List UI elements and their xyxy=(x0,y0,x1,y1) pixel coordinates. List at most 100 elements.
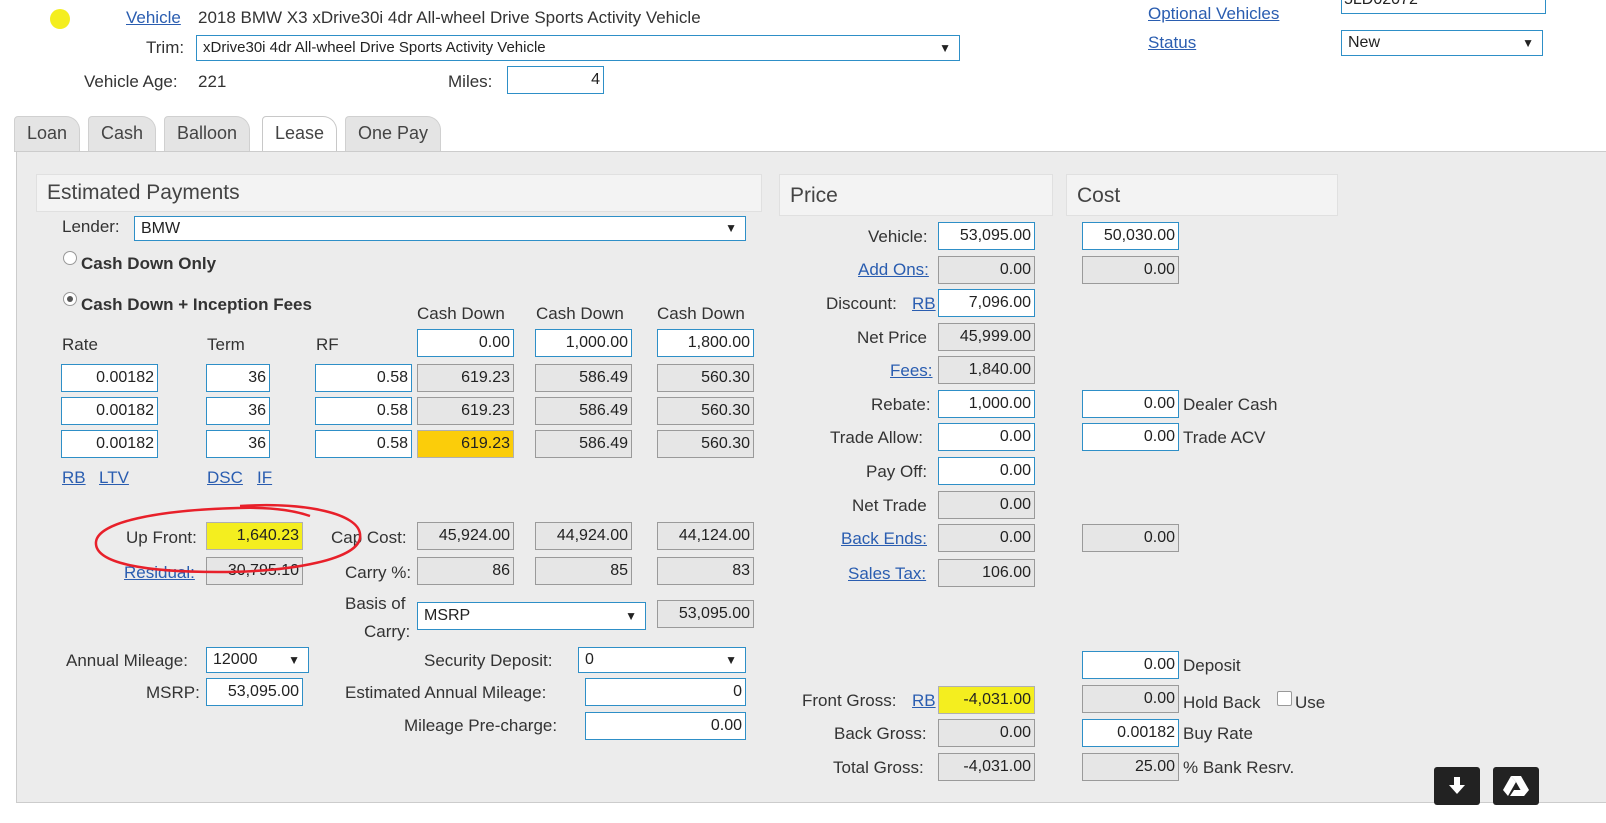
back-ends-link[interactable]: Back Ends: xyxy=(841,529,927,549)
cost-vehicle-input[interactable]: 50,030.00 xyxy=(1082,222,1179,250)
stock-number-field[interactable]: 5LD02072 xyxy=(1341,0,1546,14)
chevron-down-icon: ▼ xyxy=(939,41,951,55)
buy-rate-input[interactable]: 0.00182 xyxy=(1082,719,1179,747)
rate-header: Rate xyxy=(62,335,98,354)
carry-cell[interactable]: 86 xyxy=(417,557,514,585)
net-trade-value[interactable]: 0.00 xyxy=(938,491,1035,519)
deposit-input[interactable]: 0.00 xyxy=(1082,651,1179,679)
miles-input[interactable]: 4 xyxy=(507,66,604,94)
dealer-cash-input[interactable]: 0.00 xyxy=(1082,390,1179,418)
cash-down-inception-radio[interactable] xyxy=(63,292,77,306)
fees-link[interactable]: Fees: xyxy=(890,361,933,381)
carry-cell[interactable]: 85 xyxy=(535,557,632,585)
buy-rate-label: Buy Rate xyxy=(1183,724,1253,743)
hold-back-label: Hold Back xyxy=(1183,693,1261,712)
rf-input[interactable]: 0.58 xyxy=(315,364,412,392)
payment-cell[interactable]: 586.49 xyxy=(535,430,632,458)
cash-down-input-2[interactable]: 1,000.00 xyxy=(535,329,632,357)
price-add-ons-value[interactable]: 0.00 xyxy=(938,256,1035,284)
term-input[interactable]: 36 xyxy=(206,397,270,425)
download-button[interactable] xyxy=(1434,767,1480,805)
term-input[interactable]: 36 xyxy=(206,364,270,392)
trim-label: Trim: xyxy=(146,38,185,57)
chevron-down-icon: ▼ xyxy=(1522,36,1534,50)
payment-cell[interactable]: 560.30 xyxy=(657,397,754,425)
use-checkbox[interactable] xyxy=(1277,691,1292,706)
payment-cell[interactable]: 619.23 xyxy=(417,397,514,425)
front-gross-rb-link[interactable]: RB xyxy=(912,691,936,711)
term-input[interactable]: 36 xyxy=(206,430,270,458)
ltv-link[interactable]: LTV xyxy=(99,468,129,488)
sales-tax-link[interactable]: Sales Tax: xyxy=(848,564,926,584)
trade-acv-input[interactable]: 0.00 xyxy=(1082,423,1179,451)
discount-rb-link[interactable]: RB xyxy=(912,294,936,314)
rf-input[interactable]: 0.58 xyxy=(315,430,412,458)
rb-link[interactable]: RB xyxy=(62,468,86,488)
back-ends-value[interactable]: 0.00 xyxy=(938,524,1035,552)
tab-one-pay[interactable]: One Pay xyxy=(345,116,442,152)
total-gross-value[interactable]: -4,031.00 xyxy=(938,753,1035,781)
vehicle-link[interactable]: Vehicle xyxy=(126,8,181,28)
rate-input[interactable]: 0.00182 xyxy=(61,397,158,425)
hold-back-value[interactable]: 0.00 xyxy=(1082,685,1179,713)
pay-off-input[interactable]: 0.00 xyxy=(938,457,1035,485)
trim-select[interactable]: xDrive30i 4dr All-wheel Drive Sports Act… xyxy=(196,35,960,61)
payment-cell[interactable]: 560.30 xyxy=(657,430,754,458)
cash-down-only-radio[interactable] xyxy=(63,251,77,265)
payment-cell[interactable]: 586.49 xyxy=(535,397,632,425)
tab-balloon[interactable]: Balloon xyxy=(164,116,251,152)
front-gross-value[interactable]: -4,031.00 xyxy=(938,686,1035,714)
rate-input[interactable]: 0.00182 xyxy=(61,430,158,458)
back-gross-value[interactable]: 0.00 xyxy=(938,719,1035,747)
cash-down-input-3[interactable]: 1,800.00 xyxy=(657,329,754,357)
cost-add-ons-value[interactable]: 0.00 xyxy=(1082,256,1179,284)
dsc-link[interactable]: DSC xyxy=(207,468,243,488)
add-ons-link[interactable]: Add Ons: xyxy=(858,260,929,280)
status-link[interactable]: Status xyxy=(1148,33,1196,53)
security-deposit-select[interactable]: 0 ▼ xyxy=(578,647,746,673)
carry-cell[interactable]: 83 xyxy=(657,557,754,585)
payment-cell-selected[interactable]: 619.23 xyxy=(417,430,514,458)
msrp-input[interactable]: 53,095.00 xyxy=(206,678,303,706)
rate-input[interactable]: 0.00182 xyxy=(61,364,158,392)
security-deposit-value: 0 xyxy=(585,651,594,668)
discount-input[interactable]: 7,096.00 xyxy=(938,289,1035,317)
fees-value[interactable]: 1,840.00 xyxy=(938,356,1035,384)
use-label: Use xyxy=(1295,693,1326,712)
optional-vehicles-link[interactable]: Optional Vehicles xyxy=(1148,4,1279,24)
annual-mileage-select[interactable]: 12000 ▼ xyxy=(206,647,309,673)
msrp-label: MSRP: xyxy=(146,683,200,702)
rf-input[interactable]: 0.58 xyxy=(315,397,412,425)
cash-down-only-label: Cash Down Only xyxy=(81,254,217,273)
status-select[interactable]: New ▼ xyxy=(1341,30,1543,56)
tab-loan[interactable]: Loan xyxy=(14,116,81,152)
net-price-value[interactable]: 45,999.00 xyxy=(938,323,1035,351)
cash-down-input-1[interactable]: 0.00 xyxy=(417,329,514,357)
basis-of-carry-select[interactable]: MSRP ▼ xyxy=(417,602,646,630)
mileage-precharge-input[interactable]: 0.00 xyxy=(585,712,746,740)
est-annual-mileage-input[interactable]: 0 xyxy=(585,678,746,706)
cash-down-header-3: Cash Down xyxy=(657,304,745,323)
payment-cell[interactable]: 560.30 xyxy=(657,364,754,392)
cap-cost-cell[interactable]: 44,124.00 xyxy=(657,522,754,550)
sales-tax-value[interactable]: 106.00 xyxy=(938,559,1035,587)
payment-cell[interactable]: 586.49 xyxy=(535,364,632,392)
cap-cost-cell[interactable]: 44,924.00 xyxy=(535,522,632,550)
chevron-down-icon: ▼ xyxy=(625,609,637,623)
drive-button[interactable] xyxy=(1493,767,1539,805)
bank-reserve-value[interactable]: 25.00 xyxy=(1082,753,1179,781)
basis-amount[interactable]: 53,095.00 xyxy=(657,600,754,628)
term-header: Term xyxy=(207,335,245,354)
trade-allow-input[interactable]: 0.00 xyxy=(938,423,1035,451)
if-link[interactable]: IF xyxy=(257,468,272,488)
lender-select[interactable]: BMW ▼ xyxy=(134,216,746,241)
cap-cost-cell[interactable]: 45,924.00 xyxy=(417,522,514,550)
cash-down-header-2: Cash Down xyxy=(536,304,624,323)
tab-lease[interactable]: Lease xyxy=(262,116,338,154)
tab-cash[interactable]: Cash xyxy=(88,116,157,152)
rf-header: RF xyxy=(316,335,339,354)
cost-back-ends-value[interactable]: 0.00 xyxy=(1082,524,1179,552)
payment-cell[interactable]: 619.23 xyxy=(417,364,514,392)
rebate-input[interactable]: 1,000.00 xyxy=(938,390,1035,418)
price-vehicle-input[interactable]: 53,095.00 xyxy=(938,222,1035,250)
